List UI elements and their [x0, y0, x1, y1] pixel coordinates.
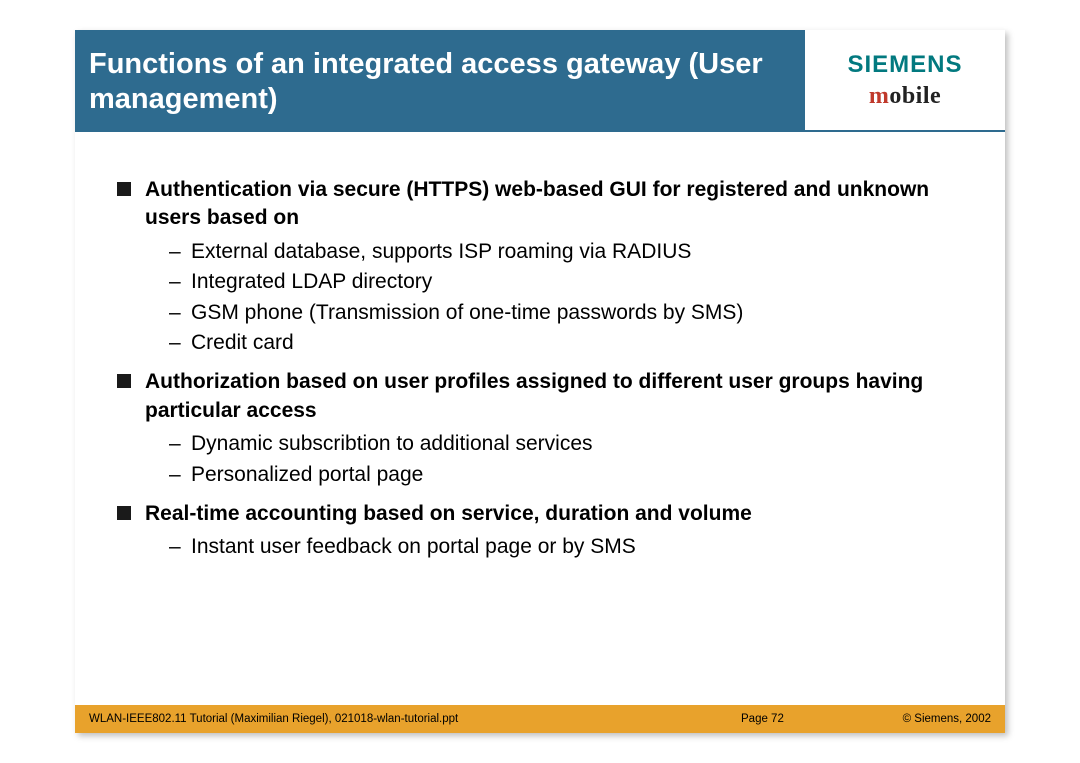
slide-footer: WLAN-IEEE802.11 Tutorial (Maximilian Rie… — [75, 705, 1005, 733]
sub-item: Integrated LDAP directory — [169, 267, 975, 297]
footer-page: Page 72 — [741, 713, 861, 725]
bullet-head: Authentication via secure (HTTPS) web-ba… — [145, 178, 929, 229]
sub-item: Credit card — [169, 328, 975, 358]
slide-content: Authentication via secure (HTTPS) web-ba… — [75, 132, 1005, 583]
square-bullet-icon — [117, 506, 131, 520]
sub-item: External database, supports ISP roaming … — [169, 237, 975, 267]
sub-list: Dynamic subscribtion to additional servi… — [145, 429, 975, 490]
slide: Functions of an integrated access gatewa… — [75, 30, 1005, 733]
bullet-item: Authentication via secure (HTTPS) web-ba… — [117, 176, 975, 358]
logo-area: SIEMENS mobile — [803, 30, 1005, 130]
bullet-item: Authorization based on user profiles ass… — [117, 368, 975, 490]
sub-item: Instant user feedback on portal page or … — [169, 532, 975, 562]
footer-left: WLAN-IEEE802.11 Tutorial (Maximilian Rie… — [89, 713, 741, 725]
sub-list: External database, supports ISP roaming … — [145, 237, 975, 359]
page: Functions of an integrated access gatewa… — [0, 0, 1080, 763]
slide-title-text: Functions of an integrated access gatewa… — [89, 47, 789, 117]
mobile-logo: mobile — [869, 83, 941, 110]
sub-item: GSM phone (Transmission of one-time pass… — [169, 298, 975, 328]
bullet-head: Authorization based on user profiles ass… — [145, 370, 923, 421]
sub-list: Instant user feedback on portal page or … — [145, 532, 975, 562]
square-bullet-icon — [117, 182, 131, 196]
mobile-logo-m: m — [869, 83, 890, 109]
siemens-logo: SIEMENS — [847, 51, 962, 79]
bullet-head: Real-time accounting based on service, d… — [145, 502, 752, 525]
slide-header: Functions of an integrated access gatewa… — [75, 30, 1005, 132]
sub-item: Dynamic subscribtion to additional servi… — [169, 429, 975, 459]
footer-copyright: © Siemens, 2002 — [861, 713, 991, 725]
bullet-list: Authentication via secure (HTTPS) web-ba… — [117, 176, 975, 563]
mobile-logo-rest: obile — [889, 83, 941, 109]
slide-title: Functions of an integrated access gatewa… — [75, 30, 803, 130]
sub-item: Personalized portal page — [169, 460, 975, 490]
square-bullet-icon — [117, 374, 131, 388]
bullet-item: Real-time accounting based on service, d… — [117, 500, 975, 563]
